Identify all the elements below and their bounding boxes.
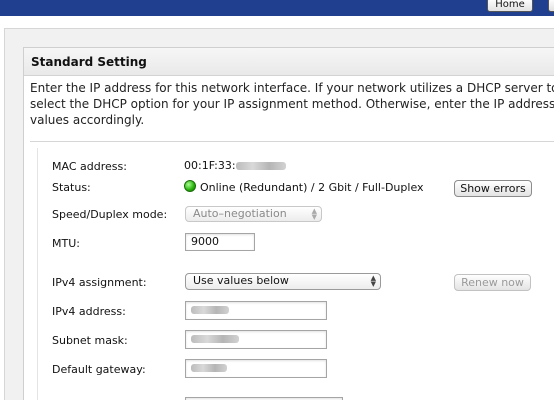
mac-address-label: MAC address: (52, 160, 127, 173)
mac-address-value: 00:1F:33: (184, 159, 286, 172)
redacted-blur (235, 162, 286, 170)
updown-arrows-icon: ▲ ▼ (370, 274, 376, 288)
redacted-blur (191, 306, 229, 314)
status-value: Online (Redundant) / 2 Gbit / Full-Duple… (200, 181, 424, 194)
ipv4-assignment-label: IPv4 assignment: (52, 276, 147, 289)
speed-duplex-value: Auto–negotiation (193, 207, 287, 220)
ipv4-address-label: IPv4 address: (52, 305, 126, 318)
ipv4-assignment-value: Use values below (193, 274, 289, 287)
mtu-label: MTU: (52, 237, 80, 250)
divider (30, 141, 554, 142)
speed-duplex-label: Speed/Duplex mode: (52, 208, 168, 221)
panel-title: Standard Setting (31, 55, 147, 69)
top-bar: Home (0, 0, 554, 16)
mac-address-prefix: 00:1F:33: (184, 159, 236, 172)
redacted-blur (191, 364, 227, 372)
show-errors-button[interactable]: Show errors (454, 180, 532, 197)
corner-button[interactable] (548, 0, 554, 12)
green-status-dot-icon (184, 180, 196, 192)
default-gateway-input[interactable] (185, 359, 327, 378)
renew-now-button[interactable]: Renew now (454, 274, 531, 291)
ipv4-address-input[interactable] (185, 301, 327, 320)
redacted-blur (191, 335, 239, 343)
panel-header: Standard Setting (24, 48, 554, 76)
home-button[interactable]: Home (487, 0, 533, 12)
updown-arrows-icon: ▲ ▼ (311, 207, 317, 221)
subnet-mask-input[interactable] (185, 330, 327, 349)
intro-text: Enter the IP address for this network in… (30, 81, 554, 127)
speed-duplex-select[interactable]: Auto–negotiation ▲ ▼ (185, 206, 322, 222)
mtu-input[interactable]: 9000 (185, 233, 255, 251)
status-label: Status: (52, 181, 91, 194)
default-gateway-label: Default gateway: (52, 363, 146, 376)
subnet-mask-label: Subnet mask: (52, 334, 128, 347)
ipv4-assignment-select[interactable]: Use values below ▲ ▼ (185, 273, 381, 290)
